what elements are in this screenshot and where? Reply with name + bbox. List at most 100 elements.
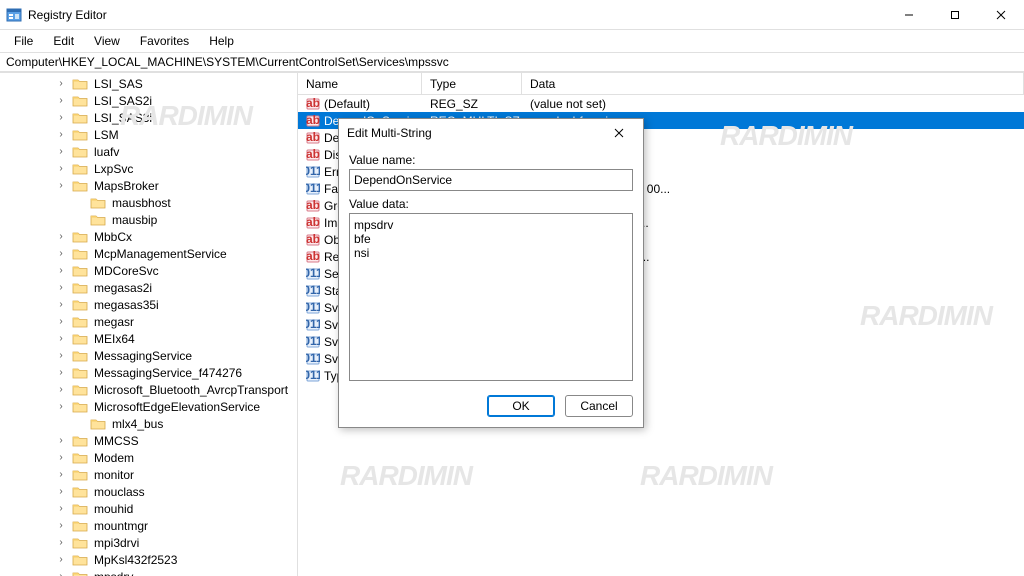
svg-text:011: 011 (306, 318, 320, 331)
address-bar[interactable]: Computer\HKEY_LOCAL_MACHINE\SYSTEM\Curre… (0, 52, 1024, 72)
tree-item-label: MicrosoftEdgeElevationService (92, 400, 262, 414)
tree-item[interactable]: ›mpi3drvi (72, 534, 297, 551)
tree-item[interactable]: ›MessagingService_f474276 (72, 364, 297, 381)
chevron-right-icon[interactable]: › (54, 486, 68, 497)
chevron-right-icon[interactable]: › (54, 469, 68, 480)
tree-item[interactable]: ›LSM (72, 126, 297, 143)
tree-item-label: Modem (92, 451, 136, 465)
chevron-right-icon[interactable]: › (54, 435, 68, 446)
chevron-right-icon[interactable]: › (54, 146, 68, 157)
col-data[interactable]: Data (522, 73, 1024, 94)
tree-item[interactable]: ›MDCoreSvc (72, 262, 297, 279)
tree-item[interactable]: ›LSI_SAS (72, 75, 297, 92)
reg-binary-icon: 011 (306, 369, 320, 383)
tree-item[interactable]: ›mouclass (72, 483, 297, 500)
chevron-right-icon[interactable]: › (54, 163, 68, 174)
tree-item[interactable]: ›mpsdrv (72, 568, 297, 576)
reg-binary-icon: 011 (306, 335, 320, 349)
tree-item[interactable]: ›LSI_SAS2i (72, 92, 297, 109)
reg-string-icon: ab (306, 250, 320, 264)
chevron-right-icon[interactable]: › (54, 248, 68, 259)
chevron-right-icon[interactable]: › (54, 537, 68, 548)
tree-item[interactable]: mausbhost (72, 194, 297, 211)
menu-help[interactable]: Help (201, 32, 242, 50)
chevron-right-icon[interactable]: › (54, 78, 68, 89)
reg-string-icon: ab (306, 131, 320, 145)
folder-icon (72, 451, 88, 465)
chevron-right-icon[interactable]: › (54, 299, 68, 310)
chevron-right-icon[interactable]: › (54, 571, 68, 576)
tree-item[interactable]: ›MbbCx (72, 228, 297, 245)
tree-item[interactable]: ›monitor (72, 466, 297, 483)
chevron-right-icon[interactable]: › (54, 231, 68, 242)
tree-item[interactable]: ›LSI_SAS3i (72, 109, 297, 126)
valuedata-textarea[interactable] (349, 213, 633, 381)
chevron-right-icon[interactable]: › (54, 333, 68, 344)
values-header: Name Type Data (298, 73, 1024, 95)
tree-item[interactable]: ›Microsoft_Bluetooth_AvrcpTransport (72, 381, 297, 398)
col-type[interactable]: Type (422, 73, 522, 94)
chevron-right-icon[interactable]: › (54, 95, 68, 106)
folder-icon (72, 281, 88, 295)
tree-item-label: mouhid (92, 502, 135, 516)
chevron-right-icon[interactable]: › (54, 367, 68, 378)
chevron-right-icon[interactable]: › (54, 401, 68, 412)
dialog-title: Edit Multi-String (347, 126, 603, 140)
dialog-titlebar[interactable]: Edit Multi-String (339, 119, 643, 147)
folder-icon (72, 264, 88, 278)
value-row[interactable]: ab(Default)REG_SZ(value not set) (298, 95, 1024, 112)
tree-item[interactable]: ›MapsBroker (72, 177, 297, 194)
folder-icon (72, 400, 88, 414)
cancel-button[interactable]: Cancel (565, 395, 633, 417)
tree-item[interactable]: ›Modem (72, 449, 297, 466)
tree-item[interactable]: ›luafv (72, 143, 297, 160)
tree-item[interactable]: ›MMCSS (72, 432, 297, 449)
tree-item[interactable]: ›MicrosoftEdgeElevationService (72, 398, 297, 415)
chevron-right-icon[interactable]: › (54, 180, 68, 191)
tree-item[interactable]: ›mountmgr (72, 517, 297, 534)
valuename-input[interactable] (349, 169, 633, 191)
tree-item[interactable]: ›megasr (72, 313, 297, 330)
menu-favorites[interactable]: Favorites (132, 32, 197, 50)
tree-item[interactable]: ›megasas35i (72, 296, 297, 313)
chevron-right-icon[interactable]: › (54, 520, 68, 531)
chevron-right-icon[interactable]: › (54, 265, 68, 276)
svg-text:011: 011 (306, 369, 320, 382)
tree-item[interactable]: ›MEIx64 (72, 330, 297, 347)
col-name[interactable]: Name (298, 73, 422, 94)
chevron-right-icon[interactable]: › (54, 384, 68, 395)
tree-item[interactable]: ›McpManagementService (72, 245, 297, 262)
chevron-right-icon[interactable]: › (54, 129, 68, 140)
tree-item-label: MEIx64 (92, 332, 137, 346)
chevron-right-icon[interactable]: › (54, 452, 68, 463)
valuedata-label: Value data: (349, 197, 633, 211)
tree-item[interactable]: ›mouhid (72, 500, 297, 517)
chevron-right-icon[interactable]: › (54, 350, 68, 361)
menu-view[interactable]: View (86, 32, 128, 50)
svg-text:ab: ab (306, 199, 320, 212)
tree-pane[interactable]: ›LSI_SAS›LSI_SAS2i›LSI_SAS3i›LSM›luafv›L… (0, 73, 298, 576)
chevron-right-icon[interactable]: › (54, 282, 68, 293)
reg-string-icon: ab (306, 114, 320, 128)
tree-item-label: LSI_SAS2i (92, 94, 154, 108)
maximize-button[interactable] (932, 0, 978, 29)
tree-item[interactable]: mausbip (72, 211, 297, 228)
chevron-right-icon[interactable]: › (54, 503, 68, 514)
dialog-close-button[interactable] (603, 128, 635, 138)
tree-item[interactable]: ›MpKsl432f2523 (72, 551, 297, 568)
folder-icon (72, 553, 88, 567)
chevron-right-icon[interactable]: › (54, 112, 68, 123)
tree-item[interactable]: mlx4_bus (72, 415, 297, 432)
tree-item[interactable]: ›megasas2i (72, 279, 297, 296)
chevron-right-icon[interactable]: › (54, 316, 68, 327)
tree-item[interactable]: ›MessagingService (72, 347, 297, 364)
folder-icon (72, 230, 88, 244)
close-button[interactable] (978, 0, 1024, 29)
ok-button[interactable]: OK (487, 395, 555, 417)
tree-item[interactable]: ›LxpSvc (72, 160, 297, 177)
minimize-button[interactable] (886, 0, 932, 29)
menu-edit[interactable]: Edit (45, 32, 82, 50)
chevron-right-icon[interactable]: › (54, 554, 68, 565)
tree-item-label: LxpSvc (92, 162, 135, 176)
menu-file[interactable]: File (6, 32, 41, 50)
